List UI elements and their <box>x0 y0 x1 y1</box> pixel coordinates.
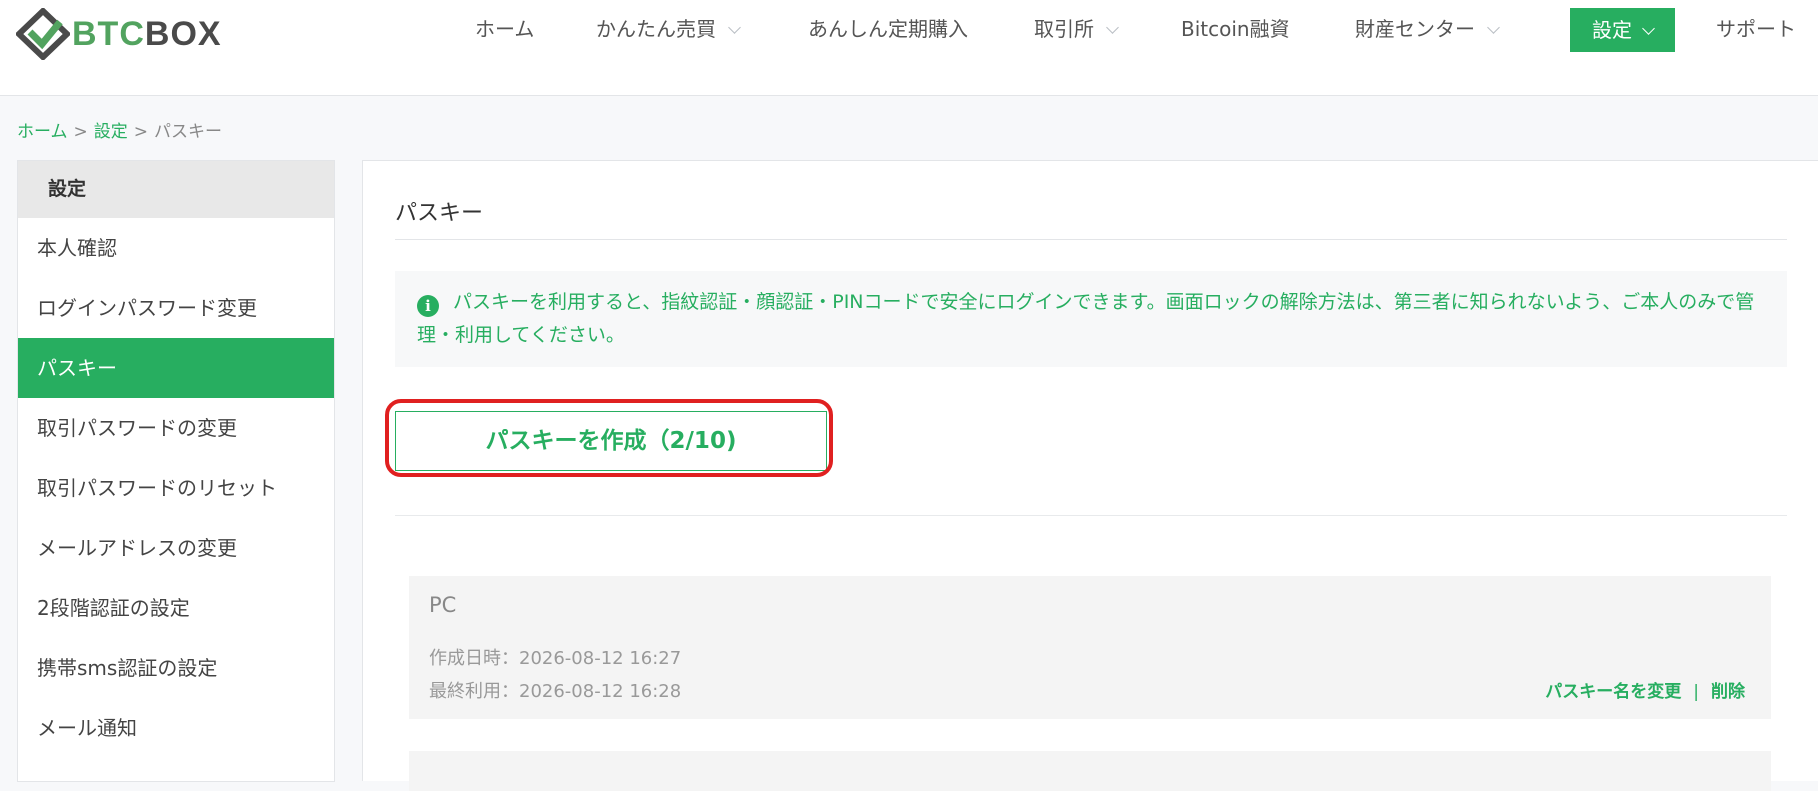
passkey-actions: パスキー名を変更 | 削除 <box>1545 677 1745 702</box>
passkey-created: 作成日時：2026-08-12 16:27 <box>429 648 682 669</box>
sidebar-item-trade-password-change[interactable]: 取引パスワードの変更 <box>18 398 334 458</box>
passkey-card <box>409 751 1771 791</box>
sidebar-item-sms-auth[interactable]: 携帯sms認証の設定 <box>18 638 334 698</box>
sidebar-item-email-change[interactable]: メールアドレスの変更 <box>18 518 334 578</box>
page-title: パスキー <box>395 201 484 226</box>
sidebar-item-identity-verification[interactable]: 本人確認 <box>18 218 334 278</box>
breadcrumb-settings[interactable]: 設定 <box>94 122 128 142</box>
info-notice: i パスキーを利用すると、指紋認証・顔認証・PINコードで安全にログインできます。… <box>395 271 1787 367</box>
main-nav: ホーム かんたん売買 あんしん定期購入 取引所 Bitcoin融資 財産センター… <box>0 0 1818 60</box>
rename-passkey-link[interactable]: パスキー名を変更 <box>1545 682 1681 702</box>
breadcrumb: ホーム > 設定 > パスキー <box>17 117 222 142</box>
action-separator: | <box>1693 682 1699 702</box>
sidebar-item-passkey[interactable]: パスキー <box>18 338 334 398</box>
breadcrumb-home[interactable]: ホーム <box>17 122 68 142</box>
sidebar-item-mail-notification[interactable]: メール通知 <box>18 698 334 758</box>
chevron-down-icon <box>1487 21 1500 34</box>
info-icon: i <box>417 295 439 317</box>
nav-home[interactable]: ホーム <box>475 0 534 60</box>
sidebar-item-login-password[interactable]: ログインパスワード変更 <box>18 278 334 338</box>
main-panel: パスキー i パスキーを利用すると、指紋認証・顔認証・PINコードで安全にログイン… <box>362 160 1818 791</box>
sidebar-item-2fa[interactable]: 2段階認証の設定 <box>18 578 334 638</box>
info-text: パスキーを利用すると、指紋認証・顔認証・PINコードで安全にログインできます。画… <box>417 291 1755 346</box>
create-passkey-button[interactable]: パスキーを作成（2/10) <box>395 411 827 471</box>
delete-passkey-link[interactable]: 削除 <box>1711 682 1745 702</box>
nav-settings[interactable]: 設定 <box>1570 8 1675 52</box>
nav-exchange[interactable]: 取引所 <box>1034 0 1119 60</box>
breadcrumb-separator: > <box>73 122 88 142</box>
settings-sidebar: 設定 本人確認 ログインパスワード変更 パスキー 取引パスワードの変更 取引パス… <box>17 160 335 782</box>
nav-bitcoin-loan[interactable]: Bitcoin融資 <box>1181 0 1290 60</box>
passkey-card: PC 作成日時：2026-08-12 16:27 最終利用：2026-08-12… <box>409 576 1771 719</box>
chevron-down-icon <box>728 21 741 34</box>
sidebar-title: 設定 <box>18 161 334 218</box>
passkey-name: PC <box>429 593 457 617</box>
breadcrumb-current: パスキー <box>154 122 222 142</box>
breadcrumb-separator: > <box>133 122 148 142</box>
divider <box>395 515 1787 516</box>
divider <box>395 239 1787 240</box>
nav-support[interactable]: サポート <box>1716 0 1796 60</box>
site-header: BTCBOX ホーム かんたん売買 あんしん定期購入 取引所 Bitcoin融資… <box>0 0 1818 96</box>
chevron-down-icon <box>1642 22 1655 35</box>
sidebar-item-trade-password-reset[interactable]: 取引パスワードのリセット <box>18 458 334 518</box>
nav-asset-center[interactable]: 財産センター <box>1355 0 1500 60</box>
nav-easy-trade[interactable]: かんたん売買 <box>596 0 741 60</box>
chevron-down-icon <box>1106 21 1119 34</box>
nav-regular-purchase[interactable]: あんしん定期購入 <box>808 0 968 60</box>
passkey-last-used: 最終利用：2026-08-12 16:28 <box>429 681 682 702</box>
